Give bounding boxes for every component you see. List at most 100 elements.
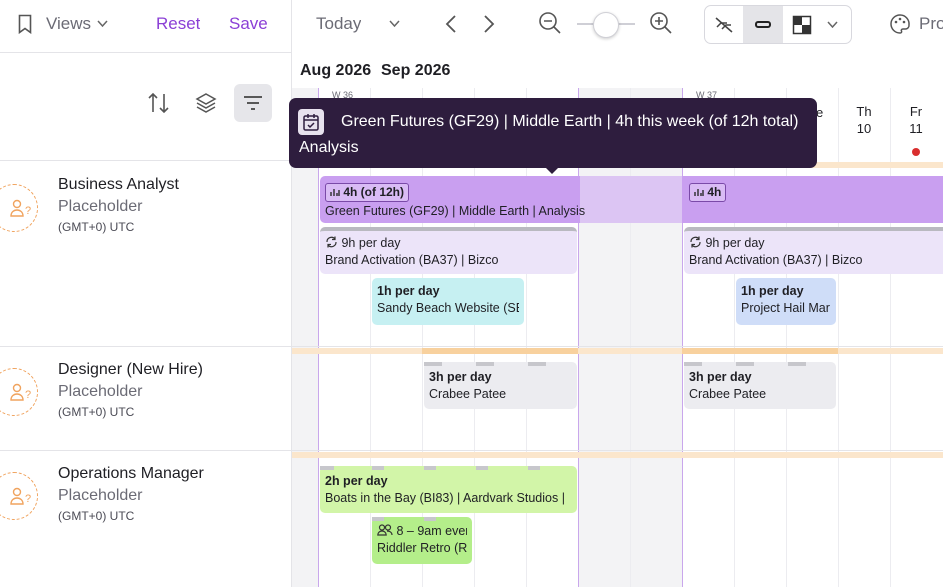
avatar: ? (0, 368, 38, 416)
sort-icon[interactable] (147, 92, 171, 114)
allocation-hours: 8 – 9am ever (396, 524, 467, 538)
day-label: e (816, 105, 824, 120)
availability-tick (476, 362, 494, 366)
hide-link-button[interactable] (705, 6, 743, 43)
heatmap-view-button[interactable] (783, 6, 851, 43)
person-row[interactable]: ? Operations Manager Placeholder (GMT+0)… (0, 452, 291, 587)
allocation-title: Boats in the Bay (BI83) | Aardvark Studi… (325, 491, 565, 505)
profile-label[interactable]: Pro (919, 14, 943, 34)
day-header-fri: Fr 11 (890, 104, 942, 136)
svg-text:?: ? (25, 389, 31, 401)
layers-icon[interactable] (194, 91, 218, 115)
availability-tick (684, 362, 702, 366)
repeat-icon (326, 236, 337, 248)
availability-tick (424, 517, 436, 521)
day-number: 11 (909, 121, 923, 136)
allocation-project-hail-mary[interactable]: 1h per day Project Hail Mar (736, 278, 836, 325)
hours-badge: 4h (689, 183, 727, 202)
bar-chart-icon (694, 189, 704, 196)
allocation-title: Green Futures (GF29) | Middle Earth | An… (325, 204, 586, 218)
allocation-hours: 3h per day (689, 370, 752, 384)
toolbar: Views Reset Save Today Pro (0, 0, 943, 53)
zoom-out-icon[interactable] (538, 11, 562, 35)
capacity-band (292, 452, 943, 458)
chevron-right-icon[interactable] (482, 14, 496, 34)
day-name: Fr (909, 104, 923, 119)
repeat-icon (690, 236, 701, 248)
filter-button[interactable] (234, 84, 272, 122)
link-off-icon (715, 17, 733, 33)
palette-icon[interactable] (889, 13, 911, 35)
zoom-slider-thumb[interactable] (593, 12, 619, 38)
allocation-green-futures-fade (580, 176, 682, 223)
bar-icon (755, 21, 771, 28)
allocation-hours: 9h per day (341, 236, 401, 250)
tooltip-arrow (545, 167, 559, 174)
day-name: Th (856, 104, 872, 119)
calendar-icon-box (298, 109, 324, 135)
allocation-title: Brand Activation (BA37) | Bizco (689, 253, 863, 267)
allocation-title: Crabee Patee (689, 387, 767, 401)
bar-chart-icon (330, 189, 340, 196)
row-divider (0, 450, 291, 451)
allocation-title: Riddler Retro (R (377, 541, 467, 555)
allocation-hours: 1h per day (741, 284, 804, 298)
bookmark-icon (18, 14, 32, 34)
zoom-in-icon[interactable] (649, 11, 673, 35)
chevron-left-icon[interactable] (444, 14, 458, 34)
people-icon (377, 524, 393, 536)
compact-bar-button[interactable] (743, 6, 783, 43)
allocation-riddler-retro[interactable]: 8 – 9am ever Riddler Retro (R (372, 517, 472, 564)
svg-text:?: ? (25, 493, 31, 505)
row-divider (292, 346, 943, 347)
availability-tick (528, 362, 546, 366)
person-timezone: (GMT+0) UTC (58, 220, 135, 234)
today-dropdown[interactable]: Today (306, 10, 406, 40)
availability-tick (372, 466, 384, 470)
allocation-brand-activation[interactable]: 9h per day Brand Activation (BA37) | Biz… (684, 227, 943, 274)
views-label: Views (46, 14, 92, 33)
allocation-title: Sandy Beach Website (SB (377, 301, 519, 315)
allocation-hours: 2h per day (325, 474, 388, 488)
person-role: Placeholder (58, 198, 143, 215)
allocation-sandy-beach[interactable]: 1h per day Sandy Beach Website (SB (372, 278, 524, 325)
today-dot (912, 148, 920, 156)
availability-tick (736, 362, 754, 366)
chevron-down-icon (389, 20, 400, 28)
allocation-tooltip: Green Futures (GF29) | Middle Earth | 4h… (289, 98, 817, 168)
availability-tick (320, 466, 334, 470)
availability-tick (372, 517, 384, 521)
reset-button[interactable]: Reset (156, 14, 200, 34)
tooltip-subtitle: Analysis (299, 139, 359, 156)
save-button[interactable]: Save (229, 14, 268, 34)
person-role: Placeholder (58, 487, 143, 504)
allocation-title: Brand Activation (BA37) | Bizco (325, 253, 499, 267)
unknown-user-icon: ? (10, 199, 31, 217)
view-mode-toggle (704, 5, 852, 44)
allocation-crabee-patee[interactable]: 3h per day Crabee Patee (424, 362, 577, 409)
person-name: Business Analyst (58, 176, 179, 193)
calendar-icon (303, 114, 319, 131)
avatar: ? (0, 184, 38, 232)
svg-text:?: ? (25, 205, 31, 217)
availability-tick (476, 466, 488, 470)
allocation-hours: 9h per day (705, 236, 765, 250)
allocation-crabee-patee[interactable]: 3h per day Crabee Patee (684, 362, 836, 409)
allocation-boats-in-the-bay[interactable]: 2h per day Boats in the Bay (BI83) | Aar… (320, 466, 577, 513)
capacity-band (292, 348, 943, 354)
person-name: Operations Manager (58, 465, 204, 482)
month-label: Aug 2026 (300, 62, 372, 79)
chevron-down-icon (97, 20, 108, 28)
allocation-brand-activation[interactable]: 9h per day Brand Activation (BA37) | Biz… (320, 227, 577, 274)
person-row[interactable]: ? Business Analyst Placeholder (GMT+0) U… (0, 162, 291, 346)
person-row[interactable]: ? Designer (New Hire) Placeholder (GMT+0… (0, 348, 291, 450)
day-header-thu: Th 10 (838, 104, 890, 136)
row-divider (0, 346, 291, 347)
unknown-user-icon: ? (10, 487, 31, 505)
avatar: ? (0, 472, 38, 520)
views-dropdown[interactable]: Views (14, 10, 114, 40)
availability-tick (788, 362, 806, 366)
allocation-title: Project Hail Mar (741, 301, 830, 315)
today-label: Today (316, 14, 362, 33)
hours-badge-label: 4h (707, 185, 722, 199)
